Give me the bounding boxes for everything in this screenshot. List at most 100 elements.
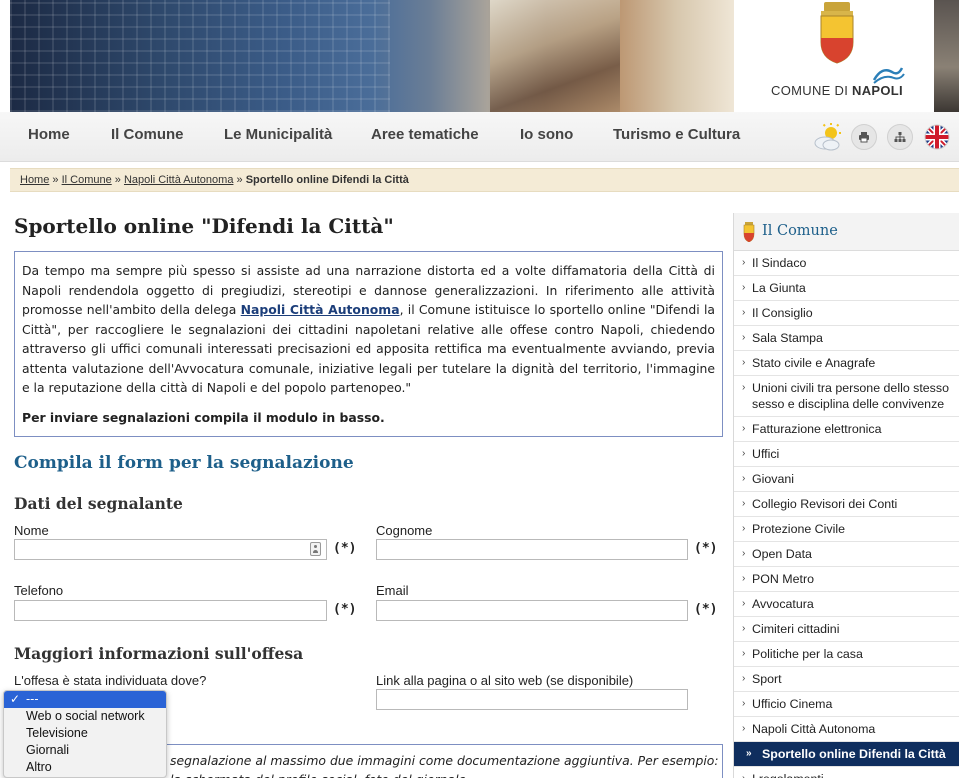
link-input[interactable] bbox=[376, 689, 688, 710]
nav-il-comune[interactable]: Il Comune bbox=[111, 126, 184, 143]
nav-aree-tematiche[interactable]: Aree tematiche bbox=[371, 126, 479, 143]
cognome-label: Cognome bbox=[376, 523, 433, 538]
option-televisione[interactable]: Televisione bbox=[4, 725, 166, 742]
print-button[interactable] bbox=[851, 124, 877, 150]
bullet-icon: › bbox=[742, 498, 746, 509]
page-title: Sportello online "Difendi la Città" bbox=[14, 214, 394, 238]
sidebar-item[interactable]: › Il Sindaco bbox=[734, 251, 959, 276]
breadcrumb-current: Sportello online Difendi la Città bbox=[245, 174, 409, 186]
email-required: (*) bbox=[694, 602, 718, 617]
city-logo[interactable]: COMUNE DI NAPOLI bbox=[742, 0, 932, 112]
napoli-citta-autonoma-link[interactable]: Napoli Città Autonoma bbox=[241, 302, 400, 317]
city-name: COMUNE DI NAPOLI bbox=[771, 83, 903, 98]
contact-card-icon[interactable] bbox=[310, 542, 321, 556]
sidebar-item[interactable]: › La Giunta bbox=[734, 276, 959, 301]
sidebar-item[interactable]: › Politiche per la casa bbox=[734, 642, 959, 667]
attachments-text-continued: la schermata del profilo social, foto de… bbox=[170, 772, 723, 778]
sidebar-item-label: Sportello online Difendi la Città bbox=[762, 747, 946, 761]
weather-icon[interactable] bbox=[812, 122, 844, 152]
option-altro[interactable]: Altro bbox=[4, 759, 166, 776]
bullet-icon: › bbox=[742, 473, 746, 484]
nav-turismo-cultura[interactable]: Turismo e Cultura bbox=[613, 126, 740, 143]
sidebar-item-label: PON Metro bbox=[752, 572, 814, 586]
intro-instruction: Per inviare segnalazioni compila il modu… bbox=[22, 409, 385, 425]
option-empty[interactable]: ✓ --- bbox=[4, 691, 166, 708]
sidebar-item-label: Stato civile e Anagrafe bbox=[752, 356, 876, 370]
sidebar-header: Il Comune bbox=[734, 213, 959, 251]
bullet-icon: › bbox=[742, 332, 746, 343]
sidebar-item[interactable]: › PON Metro bbox=[734, 567, 959, 592]
email-input[interactable] bbox=[376, 600, 688, 621]
sidebar-item[interactable]: › Avvocatura bbox=[734, 592, 959, 617]
bullet-icon: › bbox=[742, 648, 746, 659]
bullet-icon: › bbox=[742, 423, 746, 434]
breadcrumb-home[interactable]: Home bbox=[20, 174, 49, 186]
sidebar-item[interactable]: › Unioni civili tra persone dello stesso … bbox=[734, 376, 959, 417]
option-web-social[interactable]: Web o social network bbox=[4, 708, 166, 725]
sidebar-item[interactable]: › Sport bbox=[734, 667, 959, 692]
nav-municipalita[interactable]: Le Municipalità bbox=[224, 126, 332, 143]
email-label: Email bbox=[376, 583, 409, 598]
bullet-icon: › bbox=[742, 357, 746, 368]
sidebar-item-label: Il Consiglio bbox=[752, 306, 813, 320]
sidebar-item-label: Napoli Città Autonoma bbox=[752, 722, 876, 736]
sidebar-item[interactable]: › I regolamenti bbox=[734, 767, 959, 778]
cognome-input[interactable] bbox=[376, 539, 688, 560]
sidebar-item[interactable]: › Giovani bbox=[734, 467, 959, 492]
sidebar-item[interactable]: › Ufficio Cinema bbox=[734, 692, 959, 717]
breadcrumb-separator: » bbox=[52, 174, 59, 186]
wave-icon bbox=[872, 67, 905, 84]
sidebar-item-label: Cimiteri cittadini bbox=[752, 622, 840, 636]
bullet-icon: › bbox=[742, 771, 745, 778]
intro-box: Da tempo ma sempre più spesso si assiste… bbox=[14, 251, 723, 437]
sidebar-item-label: Collegio Revisori dei Conti bbox=[752, 497, 898, 511]
sidebar-item[interactable]: » Sportello online Difendi la Città bbox=[734, 742, 959, 767]
sidebar-item[interactable]: › Cimiteri cittadini bbox=[734, 617, 959, 642]
telefono-input[interactable] bbox=[14, 600, 327, 621]
bullet-icon: › bbox=[742, 282, 746, 293]
sidebar-item[interactable]: › Sala Stampa bbox=[734, 326, 959, 351]
breadcrumb: Home » Il Comune » Napoli Città Autonoma… bbox=[10, 168, 959, 192]
sidebar-item-label: Protezione Civile bbox=[752, 522, 845, 536]
sidebar-title[interactable]: Il Comune bbox=[762, 223, 838, 239]
sidebar-item-label: Sala Stampa bbox=[752, 331, 823, 345]
link-label: Link alla pagina o al sito web (se dispo… bbox=[376, 673, 634, 688]
nav-io-sono[interactable]: Io sono bbox=[520, 126, 573, 143]
telefono-required: (*) bbox=[333, 602, 357, 617]
sidebar-item-label: Avvocatura bbox=[752, 597, 814, 611]
sidebar-item[interactable]: › Il Consiglio bbox=[734, 301, 959, 326]
sidebar-list: › Il Sindaco › La Giunta › Il Consiglio › Sala … bbox=[734, 251, 959, 778]
section-maggiori-informazioni: Maggiori informazioni sull'offesa bbox=[14, 644, 304, 663]
sidebar-item[interactable]: › Stato civile e Anagrafe bbox=[734, 351, 959, 376]
sidebar-item-label: Fatturazione elettronica bbox=[752, 422, 882, 436]
crest-icon bbox=[743, 222, 755, 242]
option-giornali[interactable]: Giornali bbox=[4, 742, 166, 759]
check-icon: ✓ bbox=[10, 692, 21, 706]
sidebar-item[interactable]: › Uffici bbox=[734, 442, 959, 467]
nome-input[interactable] bbox=[14, 539, 327, 560]
nome-label: Nome bbox=[14, 523, 49, 538]
header-banner: COMUNE DI NAPOLI bbox=[0, 0, 959, 112]
sidebar-item-label: Il Sindaco bbox=[752, 256, 807, 270]
sidebar-item[interactable]: › Collegio Revisori dei Conti bbox=[734, 492, 959, 517]
sidebar-item[interactable]: › Fatturazione elettronica bbox=[734, 417, 959, 442]
sidebar-item[interactable]: › Open Data bbox=[734, 542, 959, 567]
form-title: Compila il form per la segnalazione bbox=[14, 453, 354, 473]
breadcrumb-napoli-citta-autonoma[interactable]: Napoli Città Autonoma bbox=[124, 174, 233, 186]
nome-required: (*) bbox=[333, 541, 357, 556]
cognome-required: (*) bbox=[694, 541, 718, 556]
sitemap-button[interactable] bbox=[887, 124, 913, 150]
bullet-icon: › bbox=[742, 698, 746, 709]
breadcrumb-il-comune[interactable]: Il Comune bbox=[62, 174, 112, 186]
bullet-icon: › bbox=[742, 257, 746, 268]
header-photo-right bbox=[934, 0, 959, 112]
bullet-icon: › bbox=[742, 673, 746, 684]
nav-home[interactable]: Home bbox=[28, 126, 70, 143]
bullet-icon: › bbox=[742, 573, 746, 584]
english-flag-icon[interactable] bbox=[924, 124, 950, 150]
sidebar-item[interactable]: › Protezione Civile bbox=[734, 517, 959, 542]
sidebar-item-label: Open Data bbox=[752, 547, 812, 561]
sidebar-item-label: I regolamenti bbox=[752, 772, 824, 778]
dove-select-dropdown[interactable]: ✓ --- Web o social network Televisione Gi… bbox=[3, 690, 167, 778]
sidebar-item[interactable]: › Napoli Città Autonoma bbox=[734, 717, 959, 742]
